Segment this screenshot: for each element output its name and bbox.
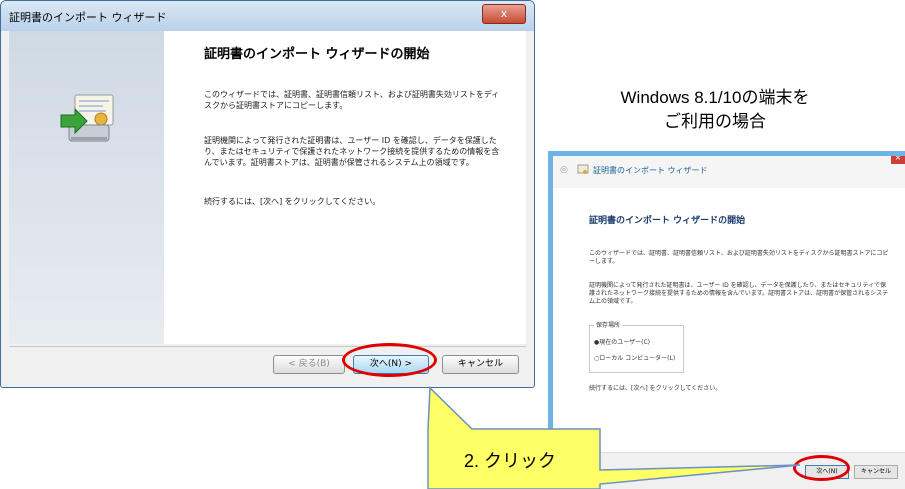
win8-next-button-highlight-ring [793, 455, 850, 481]
win7-wizard-heading: 証明書のインポート ウィザードの開始 [204, 47, 430, 62]
radio-local-machine[interactable]: ○ローカル コンピューター(L) [594, 353, 675, 362]
win7-continue-text: 続行するには、[次へ] をクリックしてください。 [204, 197, 381, 206]
win7-close-button[interactable]: x [482, 4, 526, 24]
win8-button-bar: 次へ(N) キャンセル [553, 452, 905, 489]
win7-back-button[interactable]: < 戻る(B) [273, 355, 345, 374]
win7-separator [9, 346, 526, 347]
radio-current-user[interactable]: ●現在のユーザー(C) [594, 337, 650, 346]
win8-header-bar: ◎ 証明書のインポート ウィザード [553, 156, 905, 188]
os-note-caption: Windows 8.1/10の端末を ご利用の場合 [600, 86, 830, 134]
store-location-group: 保存場所 ●現在のユーザー(C) ○ローカル コンピューター(L) [589, 320, 684, 373]
win7-side-panel [9, 31, 164, 344]
win7-wizard-body: 証明書のインポート ウィザードの開始 このウィザードでは、証明書、証明書信頼リス… [9, 31, 526, 344]
callout-label: 2. クリック [463, 451, 556, 471]
win8-wizard-window: ◎ 証明書のインポート ウィザード × 証明書のインポート ウィザードの開始 こ… [548, 151, 905, 489]
certificate-import-icon [60, 94, 114, 142]
caption-line-2: ご利用の場合 [664, 112, 766, 131]
win7-cancel-button[interactable]: キャンセル [442, 355, 519, 374]
win8-intro-text: このウィザードでは、証明書、証明書信頼リスト、および証明書失効リストをディスクか… [589, 250, 889, 265]
win7-window-title: 証明書のインポート ウィザード [9, 11, 167, 24]
win8-back-arrow-icon[interactable]: ◎ [560, 165, 568, 175]
win8-continue-text: 続行するには、[次へ] をクリックしてください。 [589, 385, 722, 392]
win7-description-text: 証明機関によって発行された証明書は、ユーザー ID を確認し、データを保護したり… [204, 136, 500, 167]
win8-window-title: 証明書のインポート ウィザード [593, 166, 708, 175]
store-location-label: 保存場所 [594, 320, 623, 329]
win7-title-bar: 証明書のインポート ウィザード x [1, 1, 534, 31]
win8-description-text: 証明機関によって発行された証明書は、ユーザー ID を確認し、データを保護したり… [589, 282, 889, 305]
caption-line-1: Windows 8.1/10の端末を [620, 88, 810, 107]
certificate-icon [577, 164, 589, 174]
win7-wizard-window: 証明書のインポート ウィザード x 証明書のインポート ウィザードの開始 このウ… [0, 0, 535, 388]
next-button-highlight-ring [342, 343, 437, 377]
win8-close-button[interactable]: × [891, 156, 905, 164]
win8-cancel-button[interactable]: キャンセル [854, 465, 898, 479]
win7-intro-text: このウィザードでは、証明書、証明書信頼リスト、および証明書失効リストをディスクか… [204, 90, 500, 110]
win8-wizard-heading: 証明書のインポート ウィザードの開始 [589, 216, 746, 226]
